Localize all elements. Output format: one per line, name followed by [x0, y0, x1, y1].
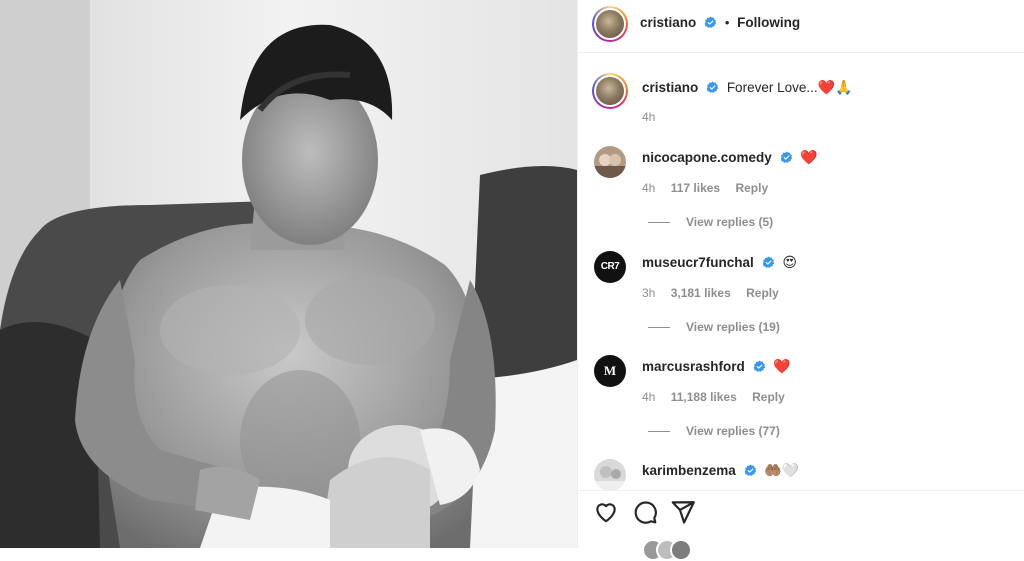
comment-text-line: nicocapone.comedy ❤️: [642, 148, 818, 167]
replies-divider: [648, 222, 670, 224]
comment-emoji: 🤲🏽🤍: [764, 462, 800, 478]
verified-badge-icon: [744, 464, 756, 476]
separator-dot: •: [724, 15, 730, 30]
commenter-avatar[interactable]: [594, 459, 626, 490]
comment-meta: 4h 117 likes Reply: [642, 181, 780, 195]
view-replies-button[interactable]: View replies (5): [648, 215, 773, 229]
caption-meta: 4h: [642, 110, 667, 124]
reply-button[interactable]: Reply: [735, 181, 768, 195]
post-photo[interactable]: [0, 0, 577, 548]
replies-divider: [648, 431, 670, 433]
comment-emoji: 😍: [782, 254, 797, 270]
liked-by-avatars[interactable]: [642, 539, 692, 561]
view-replies-label: View replies (77): [686, 424, 780, 438]
post-header: cristiano • Following: [578, 0, 1024, 53]
verified-badge-icon: [780, 151, 792, 163]
commenter-avatar[interactable]: [594, 146, 626, 178]
avatar-label: M: [603, 363, 617, 378]
comment-likes[interactable]: 117 likes: [671, 181, 720, 195]
post-action-bar: [578, 490, 1024, 561]
following-button[interactable]: Following: [737, 15, 800, 30]
author-avatar[interactable]: [592, 6, 628, 42]
avatar-photo: [594, 466, 626, 490]
avatar-photo: [594, 154, 626, 178]
liker-avatar: [670, 539, 692, 561]
comment-item: M marcusrashford ❤️ 4h 11,188 likes Repl…: [578, 355, 1024, 450]
comment-likes[interactable]: 11,188 likes: [671, 390, 737, 404]
view-replies-button[interactable]: View replies (77): [648, 424, 780, 438]
commenter-username[interactable]: karimbenzema: [642, 463, 736, 478]
comment-emoji: ❤️: [800, 149, 818, 165]
post-image-illustration: [0, 0, 577, 548]
commenter-avatar[interactable]: CR7: [594, 251, 626, 283]
commenter-username[interactable]: nicocapone.comedy: [642, 150, 772, 165]
verified-badge-icon: [706, 81, 719, 93]
post-caption: cristiano Forever Love...❤️🙏 4h: [578, 73, 1024, 133]
caption-text: Forever Love...: [726, 80, 818, 95]
paper-plane-icon[interactable]: [670, 499, 696, 525]
avatar-label: CR7: [600, 261, 620, 272]
view-replies-label: View replies (19): [686, 320, 780, 334]
comment-text-line: karimbenzema 🤲🏽🤍: [642, 461, 799, 480]
comment-item: nicocapone.comedy ❤️ 4h 117 likes Reply …: [578, 146, 1024, 241]
comment-meta: 3h 3,181 likes Reply: [642, 286, 791, 300]
comment-bubble-icon[interactable]: [632, 499, 658, 525]
caption-username[interactable]: cristiano: [642, 80, 698, 95]
comment-meta: 4h 11,188 likes Reply: [642, 390, 797, 404]
comment-text-line: museucr7funchal 😍: [642, 253, 797, 272]
commenter-avatar[interactable]: M: [594, 355, 626, 387]
commenter-username[interactable]: marcusrashford: [642, 359, 745, 374]
verified-badge-icon: [762, 256, 774, 268]
caption-time[interactable]: 4h: [642, 110, 655, 124]
author-username[interactable]: cristiano: [640, 15, 696, 30]
verified-badge-icon: [704, 16, 717, 28]
comment-item: CR7 museucr7funchal 😍 3h 3,181 likes Rep…: [578, 251, 1024, 346]
comment-time[interactable]: 3h: [642, 286, 655, 300]
caption-emojis: ❤️🙏: [817, 79, 853, 95]
comment-time[interactable]: 4h: [642, 181, 655, 195]
heart-icon[interactable]: [593, 499, 619, 525]
comment-text-line: marcusrashford ❤️: [642, 357, 791, 376]
caption-text-line: cristiano Forever Love...❤️🙏: [642, 78, 852, 97]
caption-author-avatar[interactable]: [592, 73, 628, 109]
comment-time[interactable]: 4h: [642, 390, 655, 404]
replies-divider: [648, 327, 670, 329]
verified-badge-icon: [753, 360, 765, 372]
commenter-username[interactable]: museucr7funchal: [642, 255, 754, 270]
comment-likes[interactable]: 3,181 likes: [671, 286, 731, 300]
view-replies-label: View replies (5): [686, 215, 774, 229]
view-replies-button[interactable]: View replies (19): [648, 320, 780, 334]
reply-button[interactable]: Reply: [752, 390, 785, 404]
comment-item: karimbenzema 🤲🏽🤍: [578, 459, 1024, 490]
comment-emoji: ❤️: [773, 358, 791, 374]
post-side-panel: cristiano • Following cristiano Forever …: [577, 0, 1024, 561]
header-user-line: cristiano • Following: [640, 15, 800, 30]
reply-button[interactable]: Reply: [746, 286, 779, 300]
